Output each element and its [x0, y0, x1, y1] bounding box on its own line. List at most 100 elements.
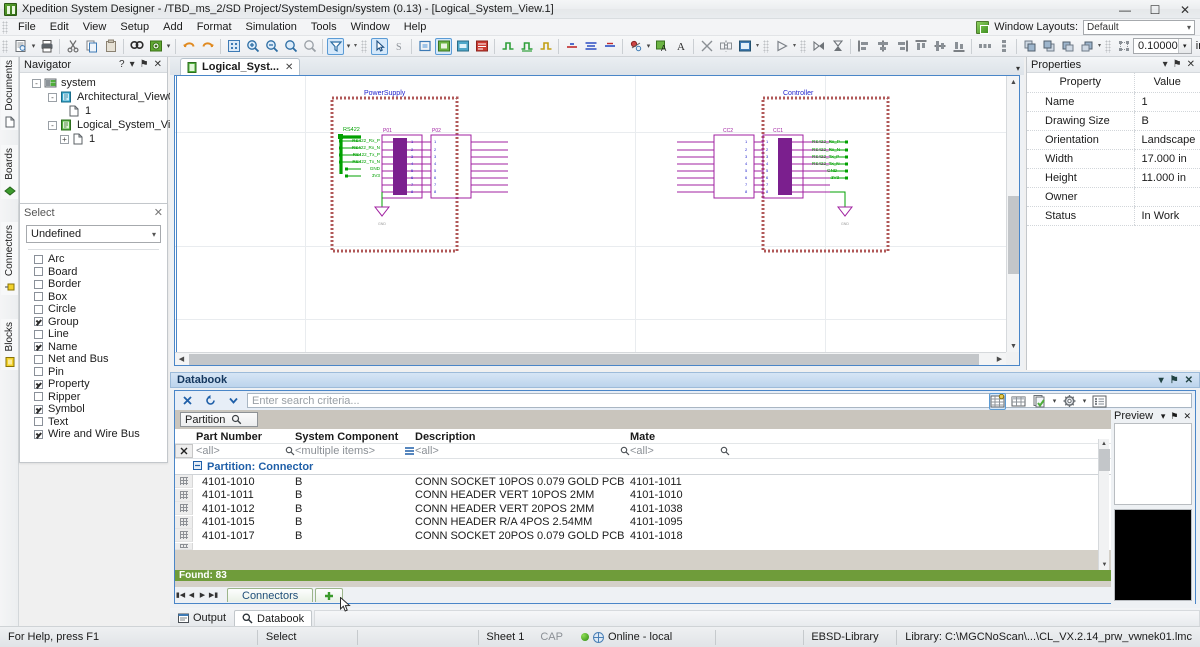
navigator-help-button[interactable]: ? — [119, 59, 125, 70]
next-page-icon[interactable]: ▶ — [197, 588, 208, 602]
column-system-component[interactable]: System Component — [295, 431, 415, 443]
mirror-icon[interactable] — [717, 38, 734, 55]
add-block-icon[interactable] — [416, 38, 433, 55]
toolbar-grip-5[interactable] — [1105, 39, 1111, 53]
send-back-icon[interactable] — [1040, 38, 1057, 55]
last-page-icon[interactable]: ▶▮ — [208, 588, 219, 602]
paste-icon[interactable] — [102, 38, 119, 55]
tree-expander-logical-system-view[interactable]: - — [48, 120, 57, 130]
rail-tab-boards[interactable]: Boards — [1, 145, 18, 199]
properties-row-height[interactable]: Height 11.000 in — [1027, 168, 1200, 188]
play-simulation-icon[interactable] — [773, 38, 790, 55]
rail-tab-connectors[interactable]: Connectors — [1, 222, 18, 296]
databook-vertical-scrollbar[interactable]: ▲ ▼ — [1098, 439, 1110, 570]
close-button[interactable]: ✕ — [1170, 0, 1200, 19]
canvas-vscroll-thumb[interactable] — [1008, 196, 1019, 274]
cross-probe-icon[interactable] — [698, 38, 715, 55]
find-icon[interactable] — [128, 38, 145, 55]
document-tab-logical-system-view[interactable]: Logical_Syst... ✕ — [180, 58, 301, 75]
select-tool-icon[interactable] — [371, 37, 388, 55]
checkbox-border[interactable] — [34, 279, 43, 289]
document-tab-close-icon[interactable]: ✕ — [285, 62, 293, 73]
select-item-group[interactable]: Group — [34, 316, 167, 329]
properties-value-orientation[interactable]: Landscape — [1133, 130, 1200, 150]
select-item-property[interactable]: Property — [34, 378, 167, 391]
navigator-close-button[interactable]: ✕ — [154, 59, 162, 70]
toolbar-overflow-3[interactable]: ▾ — [791, 38, 798, 55]
select-mode-combo[interactable]: Undefined ▾ — [26, 225, 161, 243]
select-panel-close-icon[interactable]: ✕ — [154, 206, 163, 219]
menu-edit[interactable]: Edit — [43, 20, 76, 34]
properties-menu-button[interactable]: ▾ — [1163, 59, 1168, 70]
checkbox-name[interactable] — [34, 342, 43, 352]
tree-expander-architectural-view0[interactable]: - — [48, 92, 57, 102]
toolbar-grip-4[interactable] — [800, 39, 806, 53]
preview-pin-button[interactable]: ⚑ — [1170, 411, 1178, 422]
checkbox-arc[interactable] — [34, 254, 43, 264]
table-row[interactable]: 4101-1011 B CONN HEADER VERT 10POS 2MM 4… — [175, 488, 1195, 502]
table-view-icon[interactable] — [1010, 393, 1027, 410]
select-item-circle[interactable]: Circle — [34, 303, 167, 316]
properties-pin-button[interactable]: ⚑ — [1173, 59, 1182, 70]
list-view-icon[interactable] — [1091, 393, 1108, 410]
properties-value-drawing-size[interactable]: B — [1133, 111, 1200, 131]
toolbar-grip-2[interactable] — [361, 39, 367, 53]
row-handle[interactable] — [175, 475, 193, 489]
search-history-chevron-icon[interactable] — [225, 392, 242, 409]
partition-button[interactable]: Partition — [180, 412, 258, 427]
select-item-symbol[interactable]: Symbol — [34, 403, 167, 416]
databook-menu-button[interactable]: ▾ — [1159, 375, 1164, 386]
select-item-wire-and-wire-bus[interactable]: Wire and Wire Bus — [34, 428, 167, 441]
sketch-tool-icon[interactable]: S — [390, 38, 407, 55]
net-name-icon[interactable] — [563, 38, 580, 55]
table-row-partial[interactable] — [175, 542, 1195, 550]
add-symbol-icon[interactable] — [435, 37, 452, 55]
table-row[interactable]: 4101-1017 B CONN SOCKET 20POS 0.079 GOLD… — [175, 529, 1195, 543]
schematic-canvas[interactable]: PowerSupply RS422 RS422_Rx_P RS422_Rx_N … — [175, 76, 1006, 352]
select-item-net-and-bus[interactable]: Net and Bus — [34, 353, 167, 366]
search-icon[interactable] — [620, 446, 630, 456]
navigator-pin-button[interactable]: ⚑ — [140, 59, 149, 70]
find-replace-caret-icon[interactable]: ▾ — [165, 38, 172, 55]
tree-node-arch-sheet-1[interactable]: 1 — [24, 104, 167, 118]
databook-add-tab-button[interactable] — [315, 588, 344, 602]
filter-caret-icon[interactable]: ▾ — [345, 38, 352, 55]
select-item-name[interactable]: Name — [34, 341, 167, 354]
filter-part-number[interactable]: <all> — [196, 445, 285, 457]
preview-close-button[interactable]: ✕ — [1183, 411, 1191, 422]
bring-forward-icon[interactable] — [1059, 38, 1076, 55]
gear-caret-icon[interactable]: ▾ — [1081, 393, 1088, 410]
toolbar-grip-3[interactable] — [763, 39, 769, 53]
maximize-button[interactable]: ☐ — [1140, 0, 1170, 19]
toolbar-grip-1[interactable] — [2, 39, 8, 53]
databook-pin-button[interactable]: ⚑ — [1170, 375, 1179, 386]
databook-close-button[interactable]: ✕ — [1185, 375, 1193, 386]
table-row[interactable]: 4101-1010 B CONN SOCKET 10POS 0.079 GOLD… — [175, 475, 1195, 489]
align-left-icon[interactable] — [855, 38, 872, 55]
align-right-icon[interactable] — [893, 38, 910, 55]
tree-node-system[interactable]: - system — [24, 76, 167, 90]
net-properties-caret-icon[interactable]: ▾ — [645, 38, 652, 55]
checkbox-pin[interactable] — [34, 367, 43, 377]
search-icon[interactable] — [285, 446, 295, 456]
checkbox-symbol[interactable] — [34, 404, 43, 414]
scroll-right-icon[interactable]: ▶ — [993, 353, 1006, 365]
checkbox-ripper[interactable] — [34, 392, 43, 402]
preview-menu-button[interactable]: ▾ — [1161, 411, 1166, 422]
menu-tools[interactable]: Tools — [304, 20, 344, 34]
dock-tab-databook[interactable]: Databook — [234, 610, 313, 626]
checkbox-line[interactable] — [34, 329, 43, 339]
checkbox-box[interactable] — [34, 292, 43, 302]
list-filter-icon[interactable] — [404, 446, 415, 456]
rail-tab-blocks[interactable]: Blocks — [1, 319, 18, 371]
select-item-board[interactable]: Board — [34, 266, 167, 279]
properties-close-button[interactable]: ✕ — [1187, 59, 1195, 70]
zoom-out-icon[interactable] — [263, 38, 280, 55]
find-replace-icon[interactable] — [147, 38, 164, 55]
rail-tab-documents[interactable]: Documents — [1, 57, 18, 130]
properties-value-owner[interactable] — [1133, 187, 1200, 207]
properties-value-name[interactable]: 1 — [1133, 92, 1200, 112]
grid-value-dropdown-icon[interactable]: ▾ — [1177, 39, 1191, 53]
zoom-previous-icon[interactable] — [301, 38, 318, 55]
select-item-box[interactable]: Box — [34, 291, 167, 304]
